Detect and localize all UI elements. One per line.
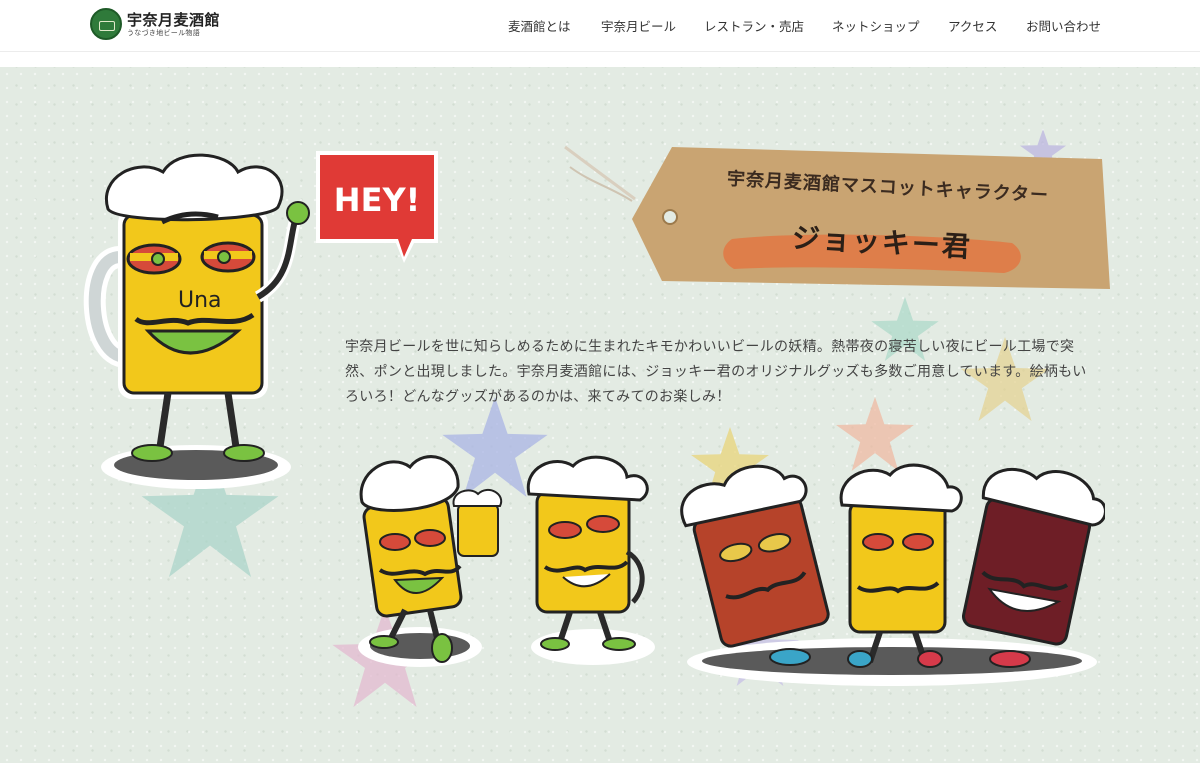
mascot-yellow	[839, 463, 963, 663]
mascot-mug-label: Una	[178, 288, 222, 313]
nav-item-about[interactable]: 麦酒館とは	[508, 16, 571, 35]
mascot-amber	[680, 464, 830, 648]
nav-item-restaurant[interactable]: レストラン・売店	[704, 16, 804, 35]
description-line-3: ろいろ！どんなグッズがあるのかは、来てみてのお楽しみ！	[345, 389, 731, 405]
nav-item-access[interactable]: アクセス	[948, 16, 997, 35]
logo-subtitle: うなづき地ビール物語	[127, 28, 200, 37]
mascot-dark	[962, 467, 1105, 646]
mascot-trio	[680, 463, 1105, 686]
site-header: 宇奈月麦酒館 うなづき地ビール物語 麦酒館とは 宇奈月ビール レストラン・売店 …	[0, 0, 1200, 52]
description-line-1: 宇奈月ビールを世に知らしめるために生まれたキモかわいいビールの妖精。熱帯夜の寝苦…	[345, 339, 1075, 355]
description-line-2: 然、ポンと出現しました。宇奈月麦酒館には、ジョッキー君のオリジナルグッズも多数ご…	[345, 364, 1087, 380]
main-navigation: 麦酒館とは 宇奈月ビール レストラン・売店 ネットショップ アクセス お問い合わ…	[500, 16, 1200, 36]
mascot-section: HEY! Una 宇奈月麦酒館マスコットキャラクター ジョッキー君 宇奈月ビール…	[0, 67, 1200, 763]
nav-item-netshop[interactable]: ネットショップ	[832, 16, 920, 35]
mascot-jockey-kun-large: Una	[83, 153, 310, 489]
logo-text: 宇奈月麦酒館 うなづき地ビール物語	[127, 11, 220, 38]
logo-title: 宇奈月麦酒館	[127, 10, 221, 29]
mascot-toasting	[358, 455, 503, 667]
logo-emblem-icon	[90, 8, 122, 40]
mascot-smirking	[526, 455, 655, 665]
speech-bubble: HEY!	[316, 151, 438, 263]
site-logo[interactable]: 宇奈月麦酒館 うなづき地ビール物語	[90, 8, 220, 40]
character-description: 宇奈月ビールを世に知らしめるために生まれたキモかわいいビールの妖精。熱帯夜の寝苦…	[345, 335, 1145, 410]
nav-item-contact[interactable]: お問い合わせ	[1026, 16, 1101, 35]
character-name-tag: 宇奈月麦酒館マスコットキャラクター ジョッキー君	[632, 139, 1110, 289]
nav-item-beer[interactable]: 宇奈月ビール	[601, 16, 676, 35]
speech-bubble-text: HEY!	[334, 181, 420, 219]
tag-twine	[564, 145, 636, 202]
